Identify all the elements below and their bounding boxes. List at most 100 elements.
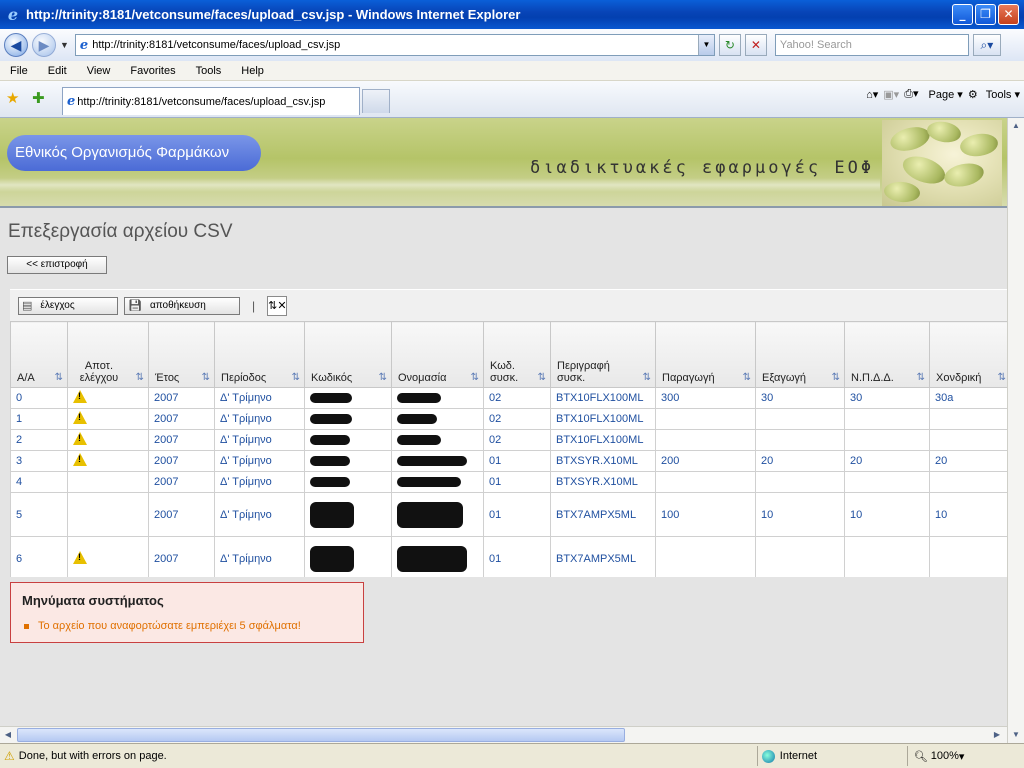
menu-file[interactable]: File — [0, 65, 38, 77]
page-menu-label: Page — [928, 88, 955, 101]
warning-icon[interactable] — [73, 390, 87, 403]
menu-help[interactable]: Help — [231, 65, 274, 77]
cell-production — [655, 536, 756, 577]
warning-icon[interactable] — [73, 411, 87, 424]
warning-icon[interactable]: ⚠ — [4, 749, 15, 763]
cell-period: Δ' Τρίμηνο — [214, 408, 305, 430]
messages-title: Μηνύματα συστήματος — [22, 593, 164, 608]
cell-period: Δ' Τρίμηνο — [214, 450, 305, 472]
horizontal-scroll-thumb[interactable] — [17, 728, 625, 742]
cell-wholesale: 30a — [929, 387, 1007, 409]
cell-export — [755, 408, 845, 430]
banner-wave — [0, 178, 880, 192]
cell-year: 2007 — [148, 408, 215, 430]
table-row[interactable]: 6 2007Δ' Τρίμηνο 01BTX7AMPX5ML — [10, 536, 1007, 577]
cell-year: 2007 — [148, 492, 215, 537]
address-url[interactable]: http://trinity:8181/vetconsume/faces/upl… — [92, 39, 698, 51]
scroll-left-icon[interactable]: ◀ — [0, 728, 16, 742]
cell-aa: 2 — [10, 429, 68, 451]
table-row[interactable]: 4 2007 Δ' Τρίμηνο 01 BTXSYR.X10ML — [10, 471, 1007, 493]
cell-production — [655, 408, 756, 430]
menu-edit[interactable]: Edit — [38, 65, 77, 77]
cell-pkg-code: 02 — [483, 408, 551, 430]
address-bar[interactable]: e http://trinity:8181/vetconsume/faces/u… — [74, 34, 715, 56]
message-text: Το αρχείο που αναφορτώσατε εμπεριέχει 5 … — [38, 620, 301, 632]
new-tab-button[interactable] — [362, 89, 390, 113]
vertical-scrollbar[interactable]: ▲ ▼ — [1007, 118, 1024, 743]
cell-period: Δ' Τρίμηνο — [214, 536, 305, 577]
table-row[interactable]: 1 2007Δ' Τρίμηνο 02BTX10FLX100ML — [10, 408, 1007, 430]
tools-menu[interactable]: ⚙ Tools ▾ — [968, 88, 1020, 101]
cell-npdd — [844, 471, 930, 493]
table-row[interactable]: 5 2007 Δ' Τρίμηνο 01 BTX7AMPX5ML 100 10 10 10 — [10, 492, 1007, 537]
zoom-control[interactable]: 🔍︎ 100% ▾ — [906, 746, 964, 766]
menu-bar: File Edit View Favorites Tools Help — [0, 61, 1024, 81]
warning-icon[interactable] — [73, 432, 87, 445]
sort-icon: ⇅ — [831, 372, 840, 383]
check-button[interactable]: ▤ έλεγχος — [18, 296, 118, 315]
tab-upload-csv[interactable]: e http://trinity:8181/vetconsume/faces/u… — [62, 87, 360, 115]
col-header-export[interactable]: Εξαγωγή ⇅ — [755, 321, 845, 388]
search-button[interactable]: ⌕▾ — [972, 34, 1001, 56]
col-header-wholesale[interactable]: Χονδρική ⇅ — [929, 321, 1007, 388]
clear-sort-icon[interactable]: ⇅✕ — [267, 295, 288, 316]
tab-page-icon: e — [67, 94, 76, 109]
menu-tools[interactable]: Tools — [186, 65, 232, 77]
table-row[interactable]: 32007Δ' Τρίμηνο01BTXSYR.X10ML200202020 — [10, 450, 1007, 472]
warning-icon[interactable] — [73, 453, 87, 466]
col-header-year[interactable]: Έτος ⇅ — [148, 321, 215, 388]
scroll-right-icon[interactable]: ▶ — [989, 728, 1005, 742]
page-title: Επεξεργασία αρχείου CSV — [8, 221, 233, 242]
menu-view[interactable]: View — [77, 65, 121, 77]
back-button[interactable]: ◀ — [4, 33, 28, 57]
col-header-npdd[interactable]: Ν.Π.Δ.Δ. ⇅ — [844, 321, 930, 388]
zoom-value: 100% — [930, 750, 959, 762]
globe-icon — [761, 749, 775, 763]
redacted-value — [397, 414, 437, 425]
table-row[interactable]: 02007Δ' Τρίμηνο02BTX10FLX100ML300303030a — [10, 387, 1007, 409]
save-button[interactable]: 💾︎ αποθήκευση — [124, 296, 240, 315]
favorites-star-icon[interactable]: ★ — [6, 89, 19, 107]
col-header-production[interactable]: Παραγωγή ⇅ — [655, 321, 756, 388]
feeds-icon[interactable]: ▣▾ — [883, 88, 899, 101]
add-favorites-icon[interactable]: ✚ — [32, 89, 45, 107]
col-header-check-result[interactable]: Αποτ. ελέγχου ⇅ — [67, 321, 149, 388]
minimize-button[interactable]: _ — [952, 4, 973, 25]
security-zone: Internet — [756, 746, 907, 766]
save-disk-icon: 💾︎ — [128, 300, 142, 312]
home-icon[interactable]: ⌂▾ — [866, 88, 878, 101]
forward-button[interactable]: ▶ — [32, 33, 56, 57]
status-bar: ⚠ Done, but with errors on page. Interne… — [0, 743, 1024, 768]
print-icon[interactable]: ⎙▾ — [904, 87, 918, 101]
cell-code — [304, 429, 392, 451]
cell-npdd — [844, 536, 930, 577]
restore-button[interactable]: ❐ — [975, 4, 996, 25]
history-dropdown-icon[interactable]: ▼ — [60, 40, 69, 50]
cell-npdd — [844, 408, 930, 430]
scroll-down-icon[interactable]: ▼ — [1008, 727, 1024, 743]
cell-period: Δ' Τρίμηνο — [214, 471, 305, 493]
col-header-pkg-code[interactable]: Κωδ. συσκ. ⇅ — [483, 321, 551, 388]
cell-wholesale: 20 — [929, 450, 1007, 472]
col-header-aa[interactable]: Α/Α ⇅ — [10, 321, 68, 388]
address-dropdown-icon[interactable]: ▼ — [697, 35, 714, 55]
warning-icon[interactable] — [73, 550, 87, 564]
table-row[interactable]: 2 2007Δ' Τρίμηνο 02BTX10FLX100ML — [10, 429, 1007, 451]
menu-favorites[interactable]: Favorites — [120, 65, 185, 77]
page-icon: e — [79, 37, 89, 53]
search-input[interactable]: Yahoo! Search — [774, 34, 969, 56]
col-header-name[interactable]: Ονομασία ⇅ — [391, 321, 484, 388]
cell-check-result — [67, 471, 149, 493]
stop-button[interactable]: ✕ — [744, 34, 767, 56]
scroll-up-icon[interactable]: ▲ — [1008, 118, 1024, 134]
col-header-period[interactable]: Περίοδος ⇅ — [214, 321, 305, 388]
col-header-code[interactable]: Κωδικός ⇅ — [304, 321, 392, 388]
col-header-pkg-desc[interactable]: Περιγραφή συσκ. ⇅ — [550, 321, 656, 388]
page-menu[interactable]: Page ▾ — [924, 88, 963, 101]
close-button[interactable]: ✕ — [998, 4, 1019, 25]
sort-icon: ⇅ — [135, 372, 144, 383]
cell-code — [304, 408, 392, 430]
horizontal-scrollbar[interactable]: ◀ ▶ — [0, 726, 1007, 743]
back-link-button[interactable]: << επιστροφή — [7, 256, 107, 274]
refresh-button[interactable]: ↻ — [718, 34, 741, 56]
